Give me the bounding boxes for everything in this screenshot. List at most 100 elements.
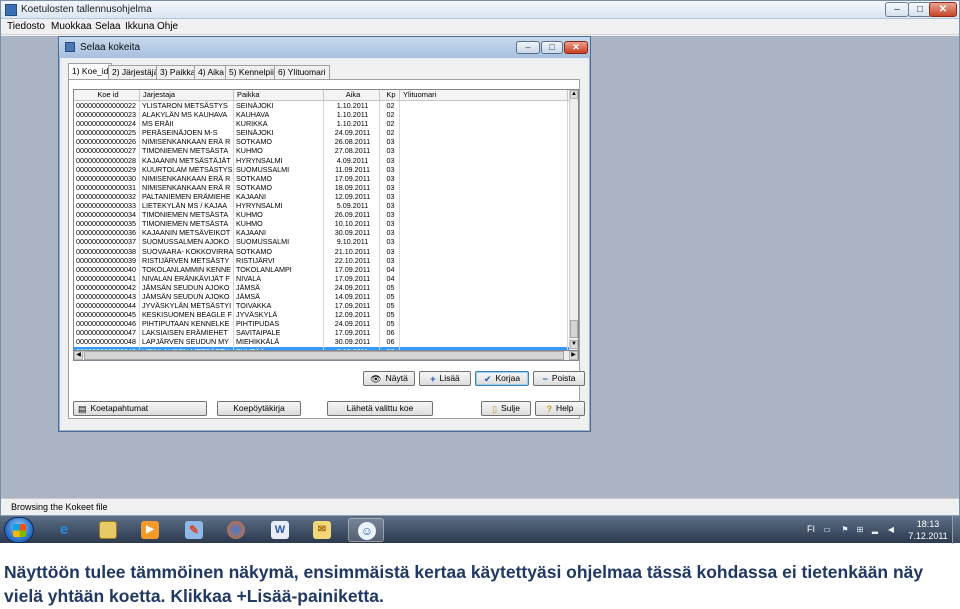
- table-row[interactable]: 000000000000046 PIHTIPUTAAN KENNELKE PIHTI…: [74, 319, 570, 329]
- table-row[interactable]: 000000000000047 LAKSIAISEN ERÄMIEHET SAVIT…: [74, 328, 570, 338]
- table-row[interactable]: 000000000000037 SUOMUSSALMEN AJOKO SUOMUSS…: [74, 237, 570, 247]
- add-button[interactable]: + Lisää: [419, 371, 471, 386]
- taskbar-file-explorer[interactable]: [90, 518, 126, 542]
- table-row[interactable]: 000000000000048 LAPJÄRVEN SEUDUN MY MIEHIK…: [74, 337, 570, 347]
- cell-koe-id: 000000000000034: [74, 210, 140, 220]
- table-row[interactable]: 000000000000027 TIMONIEMEN METSÄSTA KUHMO 2…: [74, 146, 570, 156]
- cell-jarjestaja: NIMISENKANKAAN ERÄ R: [140, 137, 234, 147]
- col-ylituomari[interactable]: Ylituomari: [400, 90, 568, 101]
- table-row[interactable]: 000000000000024 MS ERÄII KURIKKA 1.10.2011 0…: [74, 119, 570, 129]
- taskbar-media-player[interactable]: ▶: [132, 518, 168, 542]
- table-row[interactable]: 000000000000023 ALAKYLÄN MS KAUHAVA KAUHAV…: [74, 110, 570, 120]
- close-button[interactable]: ✕: [929, 2, 957, 17]
- cell-kp: 05: [380, 282, 400, 292]
- taskbar-firefox[interactable]: [218, 518, 254, 542]
- help-button[interactable]: ? Help: [535, 401, 585, 416]
- minus-icon: −: [542, 373, 548, 384]
- clock[interactable]: 18:13 7.12.2011: [908, 518, 948, 542]
- eye-icon: 👁: [370, 373, 382, 384]
- cell-kp: 03: [380, 182, 400, 192]
- table-row[interactable]: 000000000000044 JYVÄSKYLÄN METSÄSTYI TOIVA…: [74, 301, 570, 311]
- language-indicator[interactable]: FI: [807, 524, 815, 534]
- vertical-scroll-thumb[interactable]: [570, 320, 578, 338]
- app-title-bar[interactable]: Koetulosten tallennusohjelma ‒ □ ✕: [1, 1, 959, 19]
- table-row[interactable]: 000000000000040 TOKOLANLAMMIN KENNE TOKOLA…: [74, 264, 570, 274]
- horizontal-scrollbar[interactable]: ◀ ▶: [73, 351, 579, 361]
- table-row[interactable]: 000000000000031 NIMISENKANKAAN ERÄ R SOTKA…: [74, 182, 570, 192]
- tests-grid[interactable]: Koe id Jarjestaja Paikka Aika Kp Ylituom…: [73, 89, 579, 351]
- table-row[interactable]: 000000000000035 TIMONIEMEN METSÄSTA KUHMO 1…: [74, 219, 570, 229]
- cell-ylituomari: [400, 310, 568, 320]
- table-row[interactable]: 000000000000034 TIMONIEMEN METSÄSTA KUHMO 2…: [74, 210, 570, 220]
- table-row[interactable]: 000000000000038 SUOVAARA- KOKKOVIRRA SOTKA…: [74, 246, 570, 256]
- test-protocol-button[interactable]: Koepöytäkirja: [217, 401, 301, 416]
- volume-icon[interactable]: ◀: [886, 525, 896, 534]
- menu-tiedosto[interactable]: Tiedosto: [7, 21, 45, 32]
- tab-koe-id[interactable]: 1) Koe_id: [68, 63, 113, 80]
- cell-koe-id: 000000000000022: [74, 101, 140, 111]
- start-button[interactable]: [4, 517, 34, 543]
- table-row[interactable]: 000000000000025 PERÄSEINÄJOEN M-S SEINÄJOK…: [74, 128, 570, 138]
- show-desktop-button[interactable]: [952, 516, 960, 544]
- cell-jarjestaja: TIMONIEMEN METSÄSTA: [140, 210, 234, 220]
- table-row[interactable]: 000000000000045 KESKISUOMEN BEAGLE F JYVÄS…: [74, 310, 570, 320]
- table-row[interactable]: 000000000000032 PALTANIEMEN ERÄMIEHE KAJAA…: [74, 191, 570, 202]
- table-row[interactable]: 000000000000029 KUURTOLAM METSÄSTYS SUOMUS…: [74, 164, 570, 174]
- menu-ohje[interactable]: Ohje: [157, 21, 178, 32]
- cell-aika: 9.10.2011: [324, 237, 380, 247]
- tab-ylituomari[interactable]: 6) Ylituomari: [274, 65, 330, 79]
- vertical-scrollbar[interactable]: ▲ ▼: [569, 90, 578, 350]
- scroll-left-icon[interactable]: ◀: [74, 351, 83, 360]
- table-row[interactable]: 000000000000033 LIETEKYLÄN MS / KAJAA HYRY…: [74, 201, 570, 211]
- dialog-maximize-button[interactable]: □: [541, 41, 563, 54]
- minimize-button[interactable]: ‒: [885, 2, 909, 17]
- send-selected-test-button[interactable]: Lähetä valittu koe: [327, 401, 433, 416]
- table-row[interactable]: 000000000000043 JÄMSÄN SEUDUN AJOKO JÄMSÄ 1…: [74, 291, 570, 302]
- tab-aika[interactable]: 4) Aika: [194, 65, 228, 79]
- tab-paikka[interactable]: 3) Paikka: [156, 65, 200, 79]
- table-row[interactable]: 000000000000026 NIMISENKANKAAN ERÄ R SOTKA…: [74, 137, 570, 147]
- taskbar-smurf-app[interactable]: ☺: [348, 518, 384, 542]
- edit-button[interactable]: ✔ Korjaa: [475, 371, 529, 386]
- taskbar-word[interactable]: W: [262, 518, 298, 542]
- cell-aika: 17.09.2011: [324, 264, 380, 274]
- table-row[interactable]: 000000000000041 NIVALAN ERÄNKÄVIJÄT F NIVA…: [74, 273, 570, 283]
- table-row[interactable]: 000000000000039 RISTIJÄRVEN METSÄSTY RISTI…: [74, 255, 570, 265]
- col-aika[interactable]: Aika: [324, 90, 380, 101]
- table-row[interactable]: 000000000000022 YLISTARON METSÄSTYS SEINÄJ…: [74, 101, 570, 111]
- table-row[interactable]: 000000000000030 NIMISENKANKAAN ERÄ R SOTKA…: [74, 173, 570, 183]
- tab-jarjestaja[interactable]: 2) Järjestäjä: [108, 65, 163, 79]
- col-koe-id[interactable]: Koe id: [74, 90, 140, 101]
- cell-kp: 03: [380, 191, 400, 202]
- table-row[interactable]: 000000000000042 JÄMSÄN SEUDUN AJOKO JÄMSÄ 2…: [74, 282, 570, 292]
- taskbar-paint[interactable]: ✎: [176, 518, 212, 542]
- dialog-minimize-button[interactable]: ‒: [516, 41, 540, 54]
- taskbar-internet-explorer[interactable]: e: [46, 518, 82, 542]
- col-jarjestaja[interactable]: Jarjestaja: [140, 90, 234, 101]
- status-bar: Browsing the Kokeet file: [1, 498, 959, 515]
- cell-aika: 1.10.2011: [324, 119, 380, 129]
- keyboard-icon[interactable]: ▭: [822, 525, 832, 534]
- table-row[interactable]: 000000000000036 KAJAANIN METSÄVEIKOT KAJAA…: [74, 228, 570, 238]
- scroll-up-icon[interactable]: ▲: [570, 90, 578, 99]
- col-kp[interactable]: Kp: [380, 90, 400, 101]
- delete-button[interactable]: − Poista: [533, 371, 585, 386]
- menu-ikkuna[interactable]: Ikkuna: [125, 21, 154, 32]
- menu-selaa[interactable]: Selaa: [95, 21, 121, 32]
- cell-paikka: SAVITAIPALE: [234, 328, 324, 338]
- test-events-button[interactable]: ▤ Koetapahtumat: [73, 401, 207, 416]
- col-paikka[interactable]: Paikka: [234, 90, 324, 101]
- table-row[interactable]: 000000000000028 KAJAANIN METSÄSTÄJÄT HYRYN…: [74, 155, 570, 165]
- scroll-down-icon[interactable]: ▼: [570, 340, 578, 349]
- menu-muokkaa[interactable]: Muokkaa: [51, 21, 92, 32]
- horizontal-scroll-thumb[interactable]: [84, 351, 564, 360]
- scroll-right-icon[interactable]: ▶: [569, 351, 578, 360]
- dialog-title-bar[interactable]: Selaa kokeita ‒ □ ✕: [59, 37, 590, 58]
- close-dialog-button[interactable]: ▯ Sulje: [481, 401, 531, 416]
- taskbar-outlook[interactable]: ✉: [304, 518, 340, 542]
- network-icon[interactable]: ⊞: [855, 525, 865, 534]
- dialog-close-button[interactable]: ✕: [564, 41, 588, 54]
- flag-icon[interactable]: ⚑: [840, 525, 850, 534]
- show-button[interactable]: 👁 Näytä: [363, 371, 415, 386]
- signal-icon[interactable]: ▂: [870, 525, 880, 534]
